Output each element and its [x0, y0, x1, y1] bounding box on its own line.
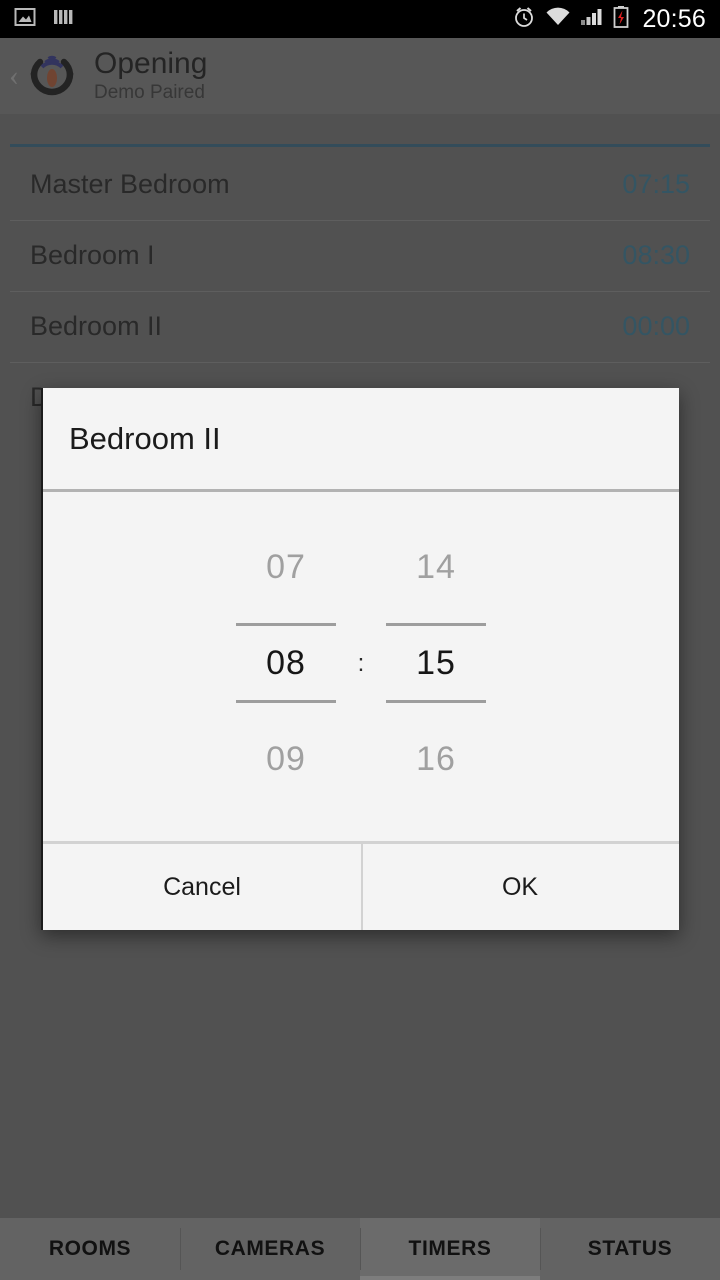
tab-rooms[interactable]: ROOMS	[0, 1218, 180, 1280]
status-bar-left-icons	[14, 6, 512, 33]
tab-label: ROOMS	[48, 1237, 132, 1260]
minute-divider-bottom	[386, 699, 486, 703]
alarm-icon	[512, 5, 536, 34]
phone-screen: 20:56 ‹ Opening Demo Paired Master Bedro…	[0, 0, 720, 1280]
wifi-icon	[545, 6, 571, 33]
signal-icon	[580, 6, 604, 33]
tab-status[interactable]: STATUS	[540, 1218, 720, 1280]
bars-icon	[52, 6, 74, 33]
cancel-button-label: Cancel	[163, 872, 241, 901]
status-bar-right-icons: 20:56	[512, 5, 706, 34]
dialog-footer: Cancel OK	[43, 841, 679, 930]
time-picker: 07 08 09 : 14 15 16	[43, 492, 679, 841]
time-picker-dialog: Bedroom II 07 08 09 : 14 15 16 Cancel OK	[41, 388, 679, 930]
hour-picker-column[interactable]: 07 08 09	[225, 541, 347, 785]
ok-button[interactable]: OK	[361, 844, 679, 930]
hour-next-value[interactable]: 09	[266, 733, 306, 785]
picker-colon-separator: :	[357, 649, 365, 677]
dialog-body: 07 08 09 : 14 15 16	[43, 492, 679, 841]
dialog-header: Bedroom II	[43, 388, 679, 489]
tab-label: CAMERAS	[214, 1237, 326, 1260]
minute-picker-column[interactable]: 14 15 16	[375, 541, 497, 785]
hour-selected-value[interactable]: 08	[266, 626, 306, 700]
minute-selected-value[interactable]: 15	[416, 626, 456, 700]
hour-divider-bottom	[236, 699, 336, 703]
bottom-tab-bar: ROOMS CAMERAS TIMERS STATUS	[0, 1218, 720, 1280]
dialog-title: Bedroom II	[69, 420, 221, 456]
cancel-button[interactable]: Cancel	[43, 844, 361, 930]
minute-previous-value[interactable]: 14	[416, 541, 456, 593]
tab-cameras[interactable]: CAMERAS	[180, 1218, 360, 1280]
ok-button-label: OK	[501, 872, 539, 901]
image-icon	[14, 6, 36, 33]
tab-label: TIMERS	[408, 1237, 492, 1260]
minute-next-value[interactable]: 16	[416, 733, 456, 785]
tab-label: STATUS	[587, 1237, 673, 1260]
status-bar: 20:56	[0, 0, 720, 38]
battery-charging-icon	[613, 5, 629, 34]
hour-previous-value[interactable]: 07	[266, 541, 306, 593]
status-bar-clock: 20:56	[642, 4, 706, 33]
tab-timers[interactable]: TIMERS	[360, 1218, 540, 1280]
picker-columns: 07 08 09 : 14 15 16	[225, 541, 497, 785]
